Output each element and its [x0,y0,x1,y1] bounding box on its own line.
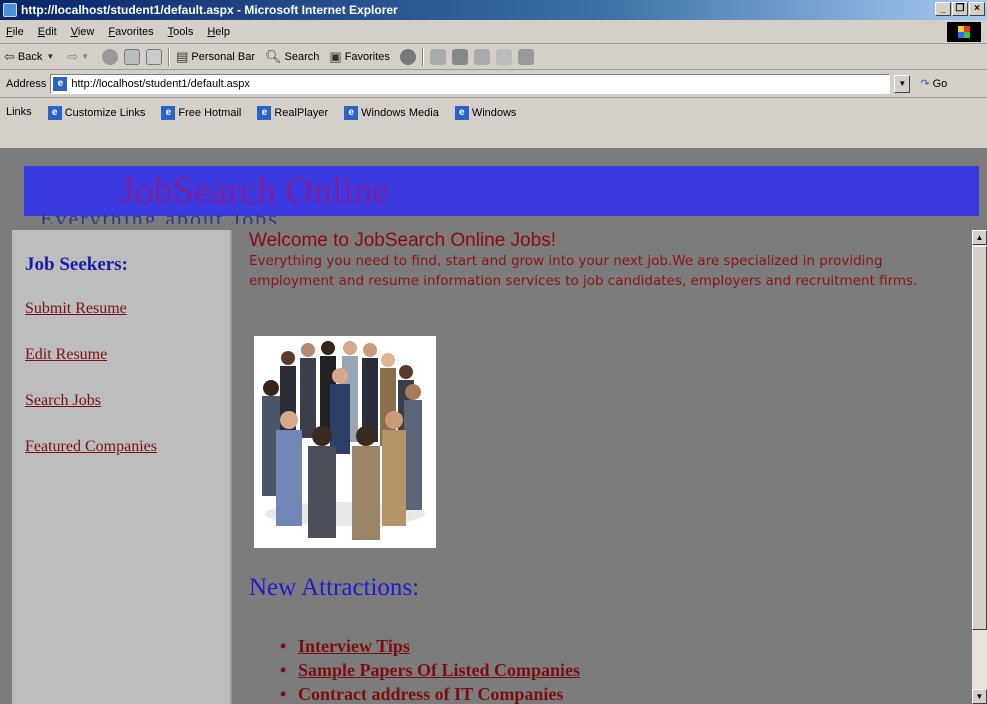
address-url: http://localhost/student1/default.aspx [71,77,250,90]
page-title: Welcome to JobSearch Online Jobs! [249,230,556,251]
standard-toolbar: ⇦ Back ▼ ⇨ ▼ ▤ Personal Bar 🔍︎ Search ▣ … [0,44,987,70]
site-banner: JobSearch Online [24,166,979,216]
link-label: Windows [471,107,517,119]
link-realplayer[interactable]: e RealPlayer [257,106,328,120]
menu-help[interactable]: Help [207,26,230,38]
back-label: Back [17,50,43,63]
new-attractions-heading: New Attractions: [249,574,420,601]
contract-address-item: Contract address of IT Companies [298,684,564,704]
site-subtitle: Everything about Jobs [40,214,420,224]
site-title: JobSearch Online [120,170,390,212]
business-people-image [254,336,436,548]
sample-papers-link[interactable]: Sample Papers Of Listed Companies [298,660,580,680]
vertical-scrollbar[interactable]: ▲ ▼ [972,230,987,704]
personal-bar-label: Personal Bar [191,50,256,63]
ie-throbber-logo [947,22,981,42]
window-title: http://localhost/student1/default.aspx -… [21,3,398,17]
address-input[interactable]: e http://localhost/student1/default.aspx [50,73,891,94]
history-icon[interactable] [399,48,416,65]
minimize-button[interactable]: _ [935,2,951,16]
scroll-thumb[interactable] [972,246,987,630]
toolbar-separator [168,47,171,66]
menu-view[interactable]: View [71,26,95,38]
favorites-icon: ▣ [329,48,342,64]
list-item: Sample Papers Of Listed Companies [280,658,580,682]
link-label: Customize Links [64,107,146,119]
attractions-list: Interview Tips Sample Papers Of Listed C… [280,634,580,704]
link-label: Free Hotmail [178,107,242,119]
stop-icon[interactable] [102,48,119,65]
search-label: Search [284,50,320,63]
sidebar: Job Seekers: Submit Resume Edit Resume S… [12,230,232,704]
page-icon: e [47,106,62,120]
link-label: RealPlayer [274,107,329,119]
mail-icon[interactable] [429,48,446,65]
personal-bar-icon: ▤ [176,48,189,64]
print-icon[interactable] [451,48,468,65]
edit-icon[interactable] [473,48,490,65]
personal-bar-button[interactable]: ▤ Personal Bar [176,49,255,65]
window-title-bar[interactable]: http://localhost/student1/default.aspx -… [0,0,987,20]
messenger-icon[interactable] [517,48,534,65]
window-controls: _ ❐ × [935,2,985,16]
page-icon: e [257,106,272,120]
forward-button[interactable]: ⇨ ▼ [67,49,92,65]
address-bar: Address e http://localhost/student1/defa… [0,70,987,98]
back-button[interactable]: ⇦ Back ▼ [4,49,57,65]
menu-tools[interactable]: Tools [168,26,194,38]
page-icon: e [454,106,469,120]
page-icon: e [53,76,68,91]
search-button[interactable]: 🔍︎ Search [265,49,319,65]
go-button[interactable]: ↷ Go [920,77,948,91]
sidebar-item-submit-resume[interactable]: Submit Resume [25,300,127,318]
intro-text: Everything you need to find, start and g… [249,253,918,289]
list-item: Interview Tips [280,634,580,658]
link-customize-links[interactable]: e Customize Links [47,106,146,120]
page-content: JobSearch Online Everything about Jobs J… [0,148,987,704]
address-dropdown-button[interactable]: ▼ [894,74,911,93]
menu-edit[interactable]: Edit [38,26,57,38]
favorites-label: Favorites [344,50,390,63]
toolbar-separator [421,47,424,66]
page-icon: e [344,106,359,120]
links-label: Links [6,106,32,118]
list-item: Contract address of IT Companies [280,682,580,704]
interview-tips-link[interactable]: Interview Tips [298,636,410,656]
link-windows[interactable]: e Windows [454,106,517,120]
sidebar-item-featured-companies[interactable]: Featured Companies [25,438,157,456]
scroll-down-arrow-icon[interactable]: ▼ [972,689,987,704]
back-arrow-icon: ⇦ [4,48,15,64]
ie-window-icon [3,3,17,17]
maximize-button[interactable]: ❐ [952,2,968,16]
link-label: Windows Media [361,107,439,119]
favorites-button[interactable]: ▣ Favorites [329,49,390,65]
go-arrow-icon: ↷ [920,78,930,90]
sidebar-heading: Job Seekers: [25,254,128,275]
menu-favorites[interactable]: Favorites [108,26,153,38]
chevron-down-icon: ▼ [46,52,55,61]
menu-bar: File Edit View Favorites Tools Help [0,20,987,44]
sidebar-item-edit-resume[interactable]: Edit Resume [25,346,107,364]
scroll-up-arrow-icon[interactable]: ▲ [972,230,987,245]
menu-file[interactable]: File [6,26,24,38]
sidebar-item-search-jobs[interactable]: Search Jobs [25,392,101,410]
page-icon: e [161,106,176,120]
refresh-icon[interactable] [124,48,141,65]
chevron-down-icon: ▼ [81,52,90,61]
link-free-hotmail[interactable]: e Free Hotmail [161,106,241,120]
main-content: Welcome to JobSearch Online Jobs! Everyt… [236,230,972,704]
go-label: Go [932,77,948,90]
home-icon[interactable] [146,48,163,65]
discuss-icon[interactable] [495,48,512,65]
link-windows-media[interactable]: e Windows Media [344,106,439,120]
address-label: Address [6,77,47,90]
forward-arrow-icon: ⇨ [67,48,79,64]
search-icon: 🔍︎ [265,48,282,64]
close-button[interactable]: × [969,2,985,16]
